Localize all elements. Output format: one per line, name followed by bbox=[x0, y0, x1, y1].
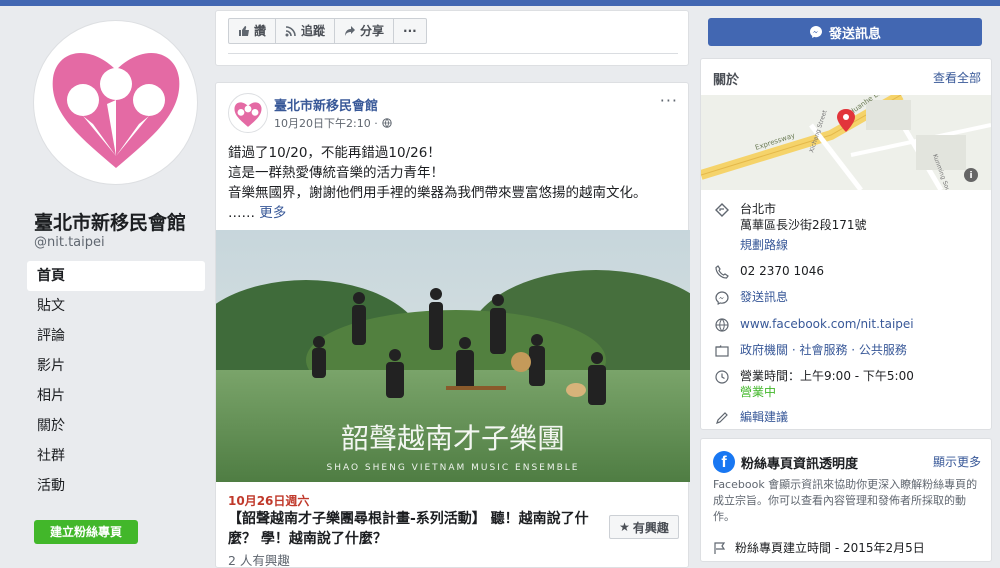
right-column: 發送訊息 關於 查看全部 Expressway Huanhe Express X… bbox=[700, 6, 992, 568]
like-label: 讚 bbox=[254, 24, 267, 38]
follow-label: 追蹤 bbox=[301, 24, 326, 38]
follow-button[interactable]: 追蹤 bbox=[276, 18, 336, 44]
post-line: …… 更多 bbox=[228, 203, 678, 223]
action-bar: 讚 追蹤 分享 ··· bbox=[215, 10, 689, 66]
messenger-outline-icon bbox=[713, 289, 730, 306]
left-column: 臺北市新移民會館 @nit.taipei 首頁 貼文 評論 影片 相片 關於 社… bbox=[0, 6, 215, 568]
phone-number[interactable]: 02 2370 1046 bbox=[740, 263, 824, 279]
nav-item-events[interactable]: 活動 bbox=[27, 471, 205, 501]
like-button[interactable]: 讚 bbox=[228, 18, 277, 44]
ellipsis: …… bbox=[228, 205, 260, 221]
phone-row: 02 2370 1046 bbox=[713, 263, 824, 280]
heart-logo-icon bbox=[234, 102, 262, 127]
divider bbox=[228, 53, 678, 61]
page-created-row: 粉絲專頁建立時間 - 2015年2月5日 bbox=[713, 539, 925, 556]
messenger-icon bbox=[809, 26, 822, 38]
event-title[interactable]: 【韶聲越南才子樂團尋根計畫-系列活動】 聽！越南說了什麼？ 學！越南說了什麼？ bbox=[228, 509, 608, 549]
share-label: 分享 bbox=[360, 24, 385, 38]
post-card: 臺北市新移民會館 10月20日下午2:10 · ··· 錯過了10/20，不能再… bbox=[215, 82, 690, 568]
post-line: 錯過了10/20，不能再錯過10/26！ bbox=[228, 145, 441, 161]
category-links[interactable]: 政府機關 · 社會服務 · 公共服務 bbox=[740, 342, 907, 358]
post-time-text: 10月20日下午2:10 · bbox=[274, 117, 378, 130]
address-street: 萬華區長沙街2段171號 bbox=[740, 218, 867, 232]
interest-count: 2 人有興趣 bbox=[228, 553, 290, 568]
send-message-label: 發送訊息 bbox=[828, 26, 881, 42]
phone-icon bbox=[713, 263, 730, 280]
nav-item-about[interactable]: 關於 bbox=[27, 411, 205, 441]
hours-row: 營業時間：上午9:00 - 下午5:00 營業中 bbox=[713, 368, 914, 400]
nav-item-reviews[interactable]: 評論 bbox=[27, 321, 205, 351]
share-arrow-icon bbox=[345, 26, 356, 36]
see-more-link[interactable]: 更多 bbox=[259, 205, 286, 221]
share-button[interactable]: 分享 bbox=[335, 18, 395, 44]
transparency-title: 粉絲專頁資訊透明度 bbox=[741, 457, 859, 472]
page-transparency-card: f 粉絲專頁資訊透明度 顯示更多 Facebook 會顯示資訊來協助你更深入瞭解… bbox=[700, 438, 992, 562]
photo-caption-overlay: 韶聲越南才子樂團 SHAO SHENG VIETNAM MUSIC ENSEMB… bbox=[327, 422, 580, 473]
nav-item-community[interactable]: 社群 bbox=[27, 441, 205, 471]
suggest-edit-link[interactable]: 編輯建議 bbox=[740, 409, 788, 425]
post-timestamp[interactable]: 10月20日下午2:10 · bbox=[274, 115, 392, 131]
svg-text:i: i bbox=[969, 171, 972, 181]
open-status: 營業中 bbox=[740, 385, 777, 399]
event-cover-photo[interactable]: 韶聲越南才子樂團 SHAO SHENG VIETNAM MUSIC ENSEMB… bbox=[216, 230, 690, 482]
nav-item-home[interactable]: 首頁 bbox=[27, 261, 205, 291]
page-nav: 首頁 貼文 評論 影片 相片 關於 社群 活動 bbox=[27, 261, 205, 501]
page-profile-picture[interactable] bbox=[33, 20, 198, 185]
transparency-description: Facebook 會顯示資訊來協助你更深入瞭解粉絲專頁的成立宗旨。你可以查看內容… bbox=[713, 478, 978, 523]
post-author-avatar[interactable] bbox=[228, 93, 268, 133]
post-line: 這是一群熱愛傳統音樂的活力青年！ bbox=[228, 165, 444, 181]
page-created-date: 粉絲專頁建立時間 - 2015年2月5日 bbox=[735, 541, 925, 555]
clock-icon bbox=[713, 368, 730, 385]
nav-item-photos[interactable]: 相片 bbox=[27, 381, 205, 411]
address-city: 台北市 bbox=[740, 202, 777, 216]
business-hours[interactable]: 營業時間：上午9:00 - 下午5:00 bbox=[740, 368, 914, 384]
suggest-edit-row: 編輯建議 bbox=[713, 409, 788, 426]
map-marker-icon bbox=[713, 201, 730, 218]
nav-item-posts[interactable]: 貼文 bbox=[27, 291, 205, 321]
post-line: 音樂無國界，謝謝他們用手裡的樂器為我們帶來豐富悠揚的越南文化。 bbox=[228, 185, 647, 201]
pencil-icon bbox=[713, 409, 730, 426]
interested-label: 有興趣 bbox=[632, 520, 669, 535]
address-row: 台北市 萬華區長沙街2段171號 規劃路線 bbox=[713, 201, 867, 253]
interested-button[interactable]: ★ 有興趣 bbox=[609, 515, 679, 539]
heart-logo-icon bbox=[52, 52, 179, 168]
page-handle[interactable]: @nit.taipei bbox=[34, 235, 105, 250]
send-message-button[interactable]: 發送訊息 bbox=[708, 18, 982, 46]
post-options-button[interactable]: ··· bbox=[660, 91, 678, 110]
photo-caption-subtitle: SHAO SHENG VIETNAM MUSIC ENSEMBLE bbox=[327, 463, 580, 473]
globe-icon bbox=[382, 118, 392, 128]
map-image: Expressway Huanhe Express Xichang Street… bbox=[701, 95, 991, 190]
send-message-link[interactable]: 發送訊息 bbox=[740, 289, 788, 305]
about-heading: 關於 bbox=[713, 73, 740, 88]
about-card: 關於 查看全部 Expressway Huanhe Express Xichan… bbox=[700, 58, 992, 430]
star-icon: ★ bbox=[619, 520, 630, 534]
flag-icon bbox=[714, 541, 726, 554]
nav-item-videos[interactable]: 影片 bbox=[27, 351, 205, 381]
page-title: 臺北市新移民會館 bbox=[34, 212, 187, 234]
rss-icon bbox=[285, 26, 296, 37]
message-row: 發送訊息 bbox=[713, 289, 788, 306]
globe-icon bbox=[713, 316, 730, 333]
band-photo: 韶聲越南才子樂團 SHAO SHENG VIETNAM MUSIC ENSEMB… bbox=[216, 230, 690, 482]
location-map[interactable]: Expressway Huanhe Express Xichang Street… bbox=[701, 95, 991, 190]
post-body: 錯過了10/20，不能再錯過10/26！ 這是一群熱愛傳統音樂的活力青年！ 音樂… bbox=[228, 143, 678, 223]
event-date: 10月26日週六 bbox=[228, 494, 310, 508]
center-column: 讚 追蹤 分享 ··· 臺北市新移民會館 10月20日下午2:10 · ··· … bbox=[215, 6, 690, 568]
category-row: 政府機關 · 社會服務 · 公共服務 bbox=[713, 342, 907, 359]
more-actions-button[interactable]: ··· bbox=[394, 18, 427, 44]
more-label: ··· bbox=[403, 24, 417, 38]
thumbs-up-icon bbox=[239, 26, 249, 36]
see-all-link[interactable]: 查看全部 bbox=[933, 69, 981, 86]
facebook-logo-icon: f bbox=[713, 451, 735, 473]
photo-caption-title: 韶聲越南才子樂團 bbox=[341, 422, 565, 455]
website-link[interactable]: www.facebook.com/nit.taipei bbox=[740, 316, 914, 332]
post-author-name[interactable]: 臺北市新移民會館 bbox=[274, 95, 378, 114]
website-row: www.facebook.com/nit.taipei bbox=[713, 316, 914, 333]
folder-icon bbox=[713, 342, 730, 359]
create-page-button[interactable]: 建立粉絲專頁 bbox=[34, 520, 138, 544]
show-more-link[interactable]: 顯示更多 bbox=[933, 453, 981, 470]
directions-link[interactable]: 規劃路線 bbox=[740, 237, 867, 253]
